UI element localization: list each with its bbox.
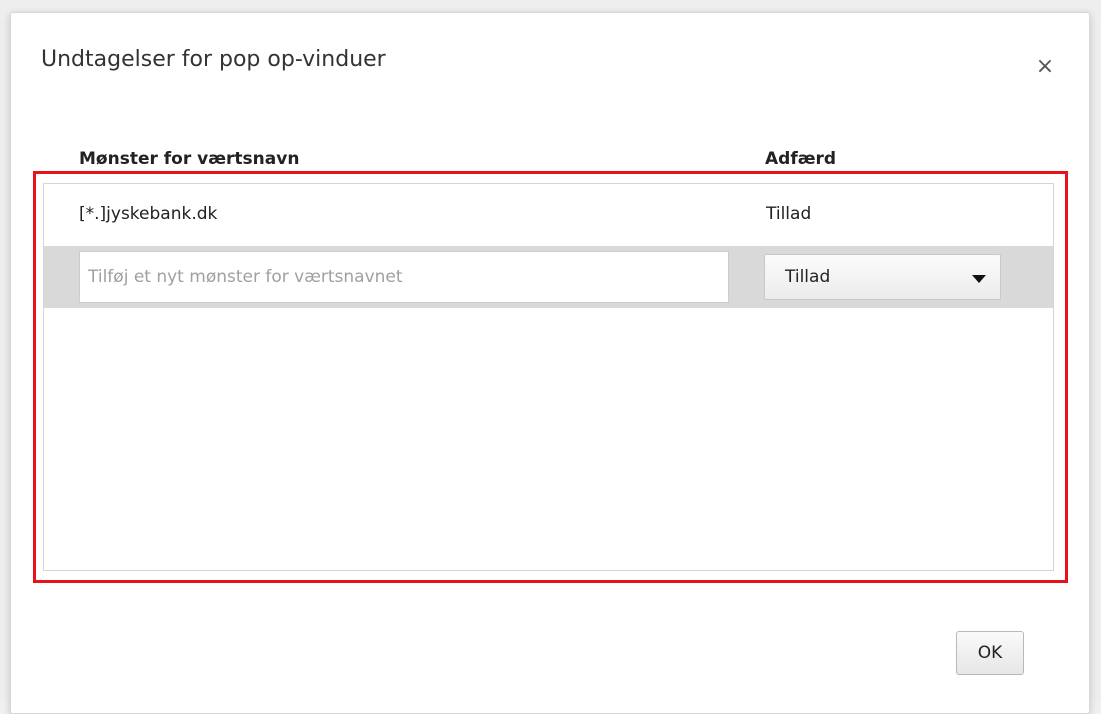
column-header-behavior: Adfærd [765, 149, 837, 169]
ok-button[interactable]: OK [956, 631, 1024, 675]
close-icon[interactable]: × [1035, 56, 1055, 78]
dialog-title: Undtagelser for pop op-vinduer [41, 47, 386, 72]
highlight-box [33, 171, 1068, 583]
column-header-pattern: Mønster for værtsnavn [79, 149, 300, 169]
popup-exceptions-dialog: Undtagelser for pop op-vinduer × Mønster… [10, 12, 1090, 714]
